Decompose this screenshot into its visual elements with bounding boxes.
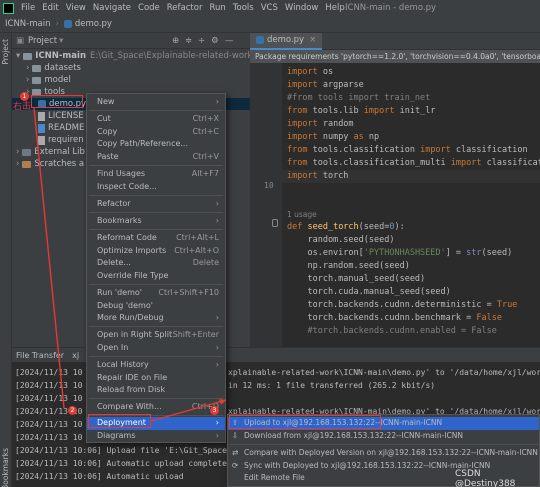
watermark: CSDN @Destiny388 xyxy=(455,469,516,487)
annotation-arrows xyxy=(33,107,227,422)
